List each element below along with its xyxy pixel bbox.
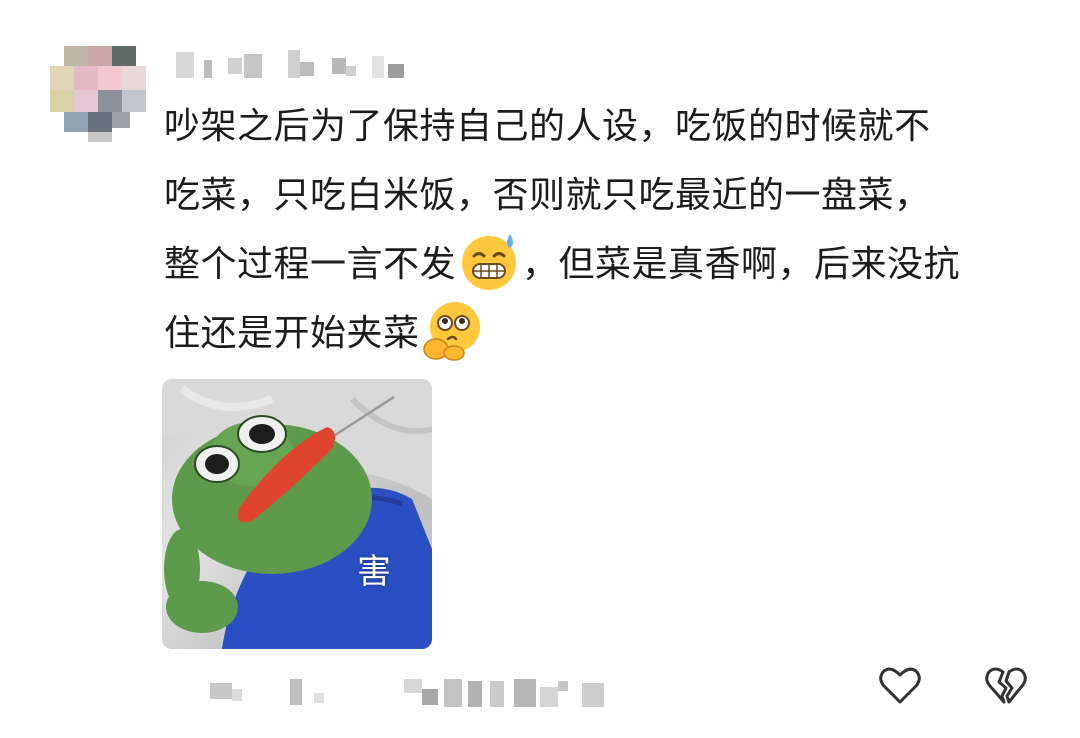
grimacing-sweat-emoji	[458, 230, 520, 292]
comment-line: ，但菜是真香啊，后来没抗	[522, 244, 961, 285]
comment-line: 整个过程一言不发	[164, 244, 457, 285]
comment-line: 吃菜，只吃白米饭，否则就只吃最近的一盘菜，	[164, 175, 931, 216]
pondering-emoji	[422, 299, 484, 361]
comment-line: 吵架之后为了保持自己的人设，吃饭的时候就不	[164, 106, 931, 147]
broken-heart-icon	[985, 667, 1027, 704]
comment-meta-blurred	[210, 675, 630, 715]
dislike-button[interactable]	[982, 662, 1030, 710]
comment-line: 住还是开始夹菜	[164, 313, 420, 354]
like-button[interactable]	[876, 662, 924, 710]
sticker-caption: 害	[357, 552, 391, 592]
heart-icon	[879, 667, 921, 704]
pepe-frog-sticker[interactable]: 害	[162, 379, 432, 649]
username-blurred[interactable]	[176, 50, 426, 80]
avatar[interactable]	[50, 46, 146, 142]
comment-text: 吵架之后为了保持自己的人设，吃饭的时候就不 吃菜，只吃白米饭，否则就只吃最近的一…	[164, 92, 1044, 368]
